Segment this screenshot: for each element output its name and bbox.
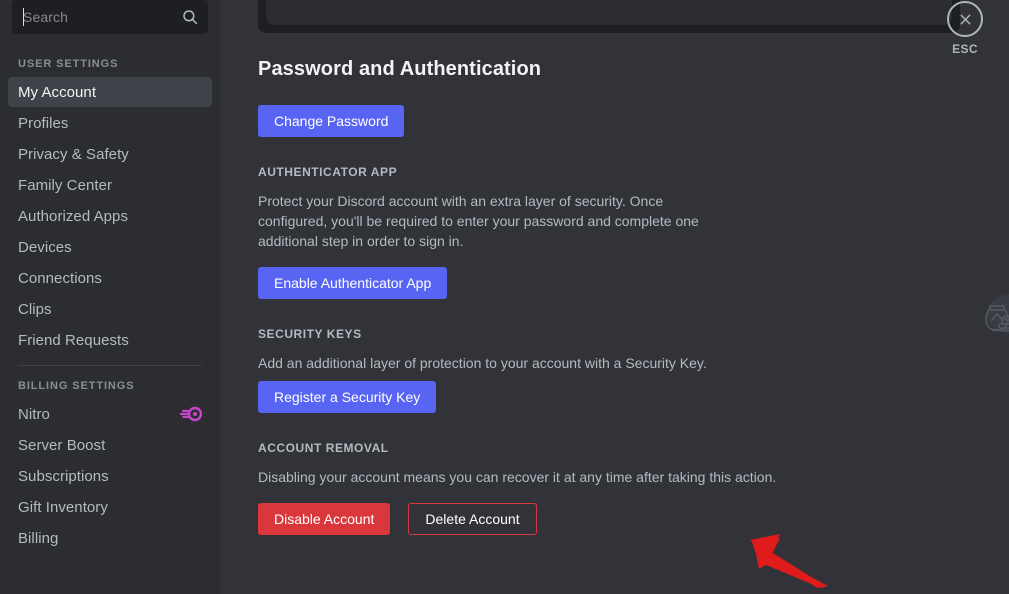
text-caret [23,8,24,26]
account-removal-button-row: Disable Account Delete Account [258,503,960,535]
nitro-boost-icon [180,406,202,422]
security-keys-block: SECURITY KEYS Add an additional layer of… [258,327,960,413]
sidebar-item-profiles[interactable]: Profiles [8,108,212,138]
sidebar-item-label: Gift Inventory [18,498,108,516]
authenticator-app-header: AUTHENTICATOR APP [258,165,398,179]
search-icon [181,8,199,26]
change-password-row: Change Password [258,105,960,137]
sidebar-item-label: Friend Requests [18,331,129,349]
sidebar-item-server-boost[interactable]: Server Boost [8,430,212,460]
esc-label: ESC [952,42,978,56]
sidebar-item-connections[interactable]: Connections [8,263,212,293]
sidebar-item-devices[interactable]: Devices [8,232,212,262]
sidebar-item-label: My Account [18,83,97,101]
sidebar-item-label: Privacy & Safety [18,145,129,163]
nav-group-header: BILLING SETTINGS [18,380,135,392]
account-removal-description: Disabling your account means you can rec… [258,469,777,485]
sidebar-item-label: Clips [18,300,52,318]
sidebar-item-my-account[interactable]: My Account [8,77,212,107]
settings-main-panel: Password and Authentication Change Passw… [220,0,1009,594]
settings-nav-list[interactable]: USER SETTINGS My Account Profiles Privacy &… [0,52,220,553]
treasure-chest-vault-illustration [975,258,1009,340]
security-keys-header: SECURITY KEYS [258,327,362,341]
sidebar-item-label: Devices [18,238,72,256]
sidebar-item-label: Nitro [18,405,50,423]
sidebar-item-nitro[interactable]: Nitro [8,399,212,429]
annotation-arrow-icon [750,528,840,589]
close-settings-control[interactable]: ESC [939,0,991,56]
account-removal-header: ACCOUNT REMOVAL [258,441,389,455]
sidebar-item-subscriptions[interactable]: Subscriptions [8,461,212,491]
authenticator-app-block: AUTHENTICATOR APP Protect your Discord a… [258,165,960,299]
sidebar-item-label: Subscriptions [18,467,109,485]
search-placeholder: Search [23,9,68,25]
page-title: Password and Authentication [258,58,542,80]
close-icon[interactable] [947,1,983,37]
nav-divider [18,365,202,366]
security-keys-description: Add an additional layer of protection to… [258,355,707,371]
sidebar-item-label: Profiles [18,114,69,132]
sidebar-item-label: Authorized Apps [18,207,128,225]
sidebar-item-label: Connections [18,269,102,287]
delete-account-button[interactable]: Delete Account [408,503,537,535]
sidebar-item-family-center[interactable]: Family Center [8,170,212,200]
enable-authenticator-app-button[interactable]: Enable Authenticator App [258,267,448,299]
authenticator-app-description: Protect your Discord account with an ext… [258,193,699,249]
account-removal-block: ACCOUNT REMOVAL Disabling your account m… [258,441,960,535]
sidebar-item-gift-inventory[interactable]: Gift Inventory [8,492,212,522]
discord-user-settings-window: Search USER SETTINGS My Account Profiles Pr… [0,0,1009,594]
sidebar-item-privacy-safety[interactable]: Privacy & Safety [8,139,212,169]
settings-sidebar: Search USER SETTINGS My Account Profiles Pr… [0,0,220,594]
sidebar-item-label: Billing [18,529,59,547]
authenticator-button-row: Enable Authenticator App [258,267,960,299]
disable-account-button[interactable]: Disable Account [258,503,391,535]
search-input[interactable]: Search [12,0,208,34]
change-password-button[interactable]: Change Password [258,105,405,137]
security-keys-button-row: Register a Security Key [258,381,960,413]
nav-group-header: USER SETTINGS [18,58,119,70]
password-auth-section: Password and Authentication Change Passw… [258,0,960,535]
sidebar-item-label: Family Center [18,176,113,194]
sidebar-item-billing[interactable]: Billing [8,523,212,553]
sidebar-item-label: Server Boost [18,436,106,454]
search-container: Search [12,0,208,34]
sidebar-item-clips[interactable]: Clips [8,294,212,324]
sidebar-item-authorized-apps[interactable]: Authorized Apps [8,201,212,231]
sidebar-item-friend-requests[interactable]: Friend Requests [8,325,212,355]
register-security-key-button[interactable]: Register a Security Key [258,381,437,413]
